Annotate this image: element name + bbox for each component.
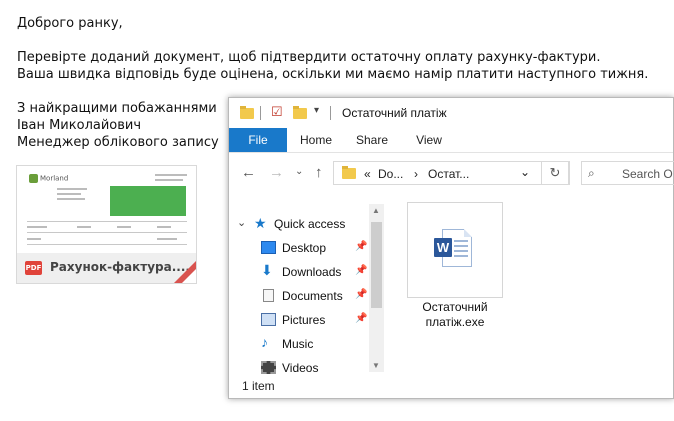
window-title: Остаточний платіж: [342, 106, 447, 120]
file-name[interactable]: Остаточний платіж.exe: [407, 300, 503, 330]
breadcrumb-overflow[interactable]: «: [364, 167, 371, 181]
file-item[interactable]: W: [407, 202, 503, 298]
forward-arrow-icon[interactable]: →: [269, 164, 284, 181]
sidebar-item-pictures[interactable]: Pictures 📌: [229, 308, 369, 332]
sidebar-item-label: Documents: [282, 289, 343, 303]
scrollbar-thumb[interactable]: [371, 222, 382, 308]
pictures-icon: [261, 313, 276, 326]
email-line-1: Перевірте доданий документ, щоб підтверд…: [17, 50, 601, 65]
quick-access-dropdown-icon[interactable]: ▾: [314, 105, 319, 116]
tab-view[interactable]: View: [404, 128, 454, 152]
sidebar-item-desktop[interactable]: Desktop 📌: [229, 236, 369, 260]
address-bar[interactable]: « Do... › Остат... ⌄: [333, 161, 570, 185]
sidebar-item-label: Quick access: [274, 217, 346, 231]
sidebar-item-label: Pictures: [282, 313, 326, 327]
status-bar-count: 1 item: [242, 379, 275, 393]
divider: [260, 106, 261, 120]
ribbon-tabs: File Home Share View: [229, 128, 673, 153]
tab-share[interactable]: Share: [347, 128, 397, 152]
search-placeholder: Search O: [622, 167, 673, 181]
attachment-name[interactable]: Рахунок-фактура....: [50, 260, 190, 274]
navigation-pane: ⌄ ★ Quick access Desktop 📌 ⬇ Downloads 📌…: [229, 204, 384, 375]
breadcrumb-segment[interactable]: Остат...: [428, 167, 469, 181]
greeting: Доброго ранку,: [17, 16, 123, 31]
up-arrow-icon[interactable]: ↑: [315, 164, 323, 181]
refresh-icon: ↻: [549, 165, 561, 180]
star-icon: ★: [254, 215, 267, 231]
sidebar-item-label: Desktop: [282, 241, 327, 255]
attachment-bar[interactable]: PDF Рахунок-фактура....: [17, 253, 196, 283]
recent-locations-icon[interactable]: ⌄: [295, 166, 303, 177]
attachment-card[interactable]: Morland PDF Рахунок-фактура....: [16, 165, 197, 284]
music-icon: ♪: [261, 334, 268, 350]
sidebar-item-videos[interactable]: Videos: [229, 356, 369, 380]
title-bar: ☑ ▾ Остаточний платіж: [229, 98, 673, 128]
sidebar-item-label: Downloads: [282, 265, 342, 279]
downloads-icon: ⬇: [261, 262, 273, 278]
new-folder-icon[interactable]: [293, 106, 307, 119]
sidebar-item-label: Videos: [282, 361, 319, 375]
scroll-down-icon[interactable]: ▼: [372, 361, 380, 370]
address-dropdown-icon[interactable]: ⌄: [520, 165, 530, 179]
navigation-bar: ← → ⌄ ↑ « Do... › Остат... ⌄ ↻ ⌕ Search …: [229, 154, 674, 192]
properties-icon[interactable]: ☑: [271, 104, 283, 120]
folder-icon: [342, 166, 356, 179]
videos-icon: [261, 361, 276, 374]
sidebar-item-music[interactable]: ♪ Music: [229, 332, 369, 356]
file-explorer-window: ☑ ▾ Остаточний платіж File Home Share Vi…: [228, 97, 674, 399]
email-line-2: Ваша швидка відповідь буде оцінена, оскі…: [17, 67, 649, 82]
pdf-icon: PDF: [25, 261, 42, 275]
sidebar-item-documents[interactable]: Documents 📌: [229, 284, 369, 308]
back-arrow-icon[interactable]: ←: [241, 164, 256, 181]
refresh-button[interactable]: ↻: [541, 161, 569, 185]
folder-icon: [240, 106, 254, 119]
invoice-header-block: [110, 186, 186, 216]
divider: [330, 106, 331, 120]
search-input[interactable]: ⌕ Search O: [581, 161, 674, 185]
page-curl-fold: [182, 269, 196, 283]
breadcrumb-separator[interactable]: ›: [414, 167, 418, 181]
word-logo-icon: W: [434, 238, 452, 257]
pin-icon: 📌: [355, 313, 368, 324]
nav-pane-scrollbar[interactable]: ▲ ▼: [369, 204, 384, 372]
pin-icon: 📌: [355, 241, 368, 252]
attachment-thumbnail: Morland: [17, 166, 196, 254]
sidebar-item-downloads[interactable]: ⬇ Downloads 📌: [229, 260, 369, 284]
breadcrumb-segment[interactable]: Do...: [378, 167, 403, 181]
desktop-icon: [261, 241, 276, 254]
company-logo: Morland: [29, 174, 68, 183]
scroll-up-icon[interactable]: ▲: [372, 206, 380, 215]
chevron-down-icon[interactable]: ⌄: [237, 216, 246, 229]
sidebar-item-quick-access[interactable]: ⌄ ★ Quick access: [229, 212, 369, 236]
sidebar-item-label: Music: [282, 337, 314, 351]
tab-file[interactable]: File: [229, 128, 287, 152]
pin-icon: 📌: [355, 289, 368, 300]
pin-icon: 📌: [355, 265, 368, 276]
search-icon: ⌕: [588, 166, 595, 180]
tab-home[interactable]: Home: [291, 128, 341, 152]
documents-icon: [263, 289, 274, 302]
